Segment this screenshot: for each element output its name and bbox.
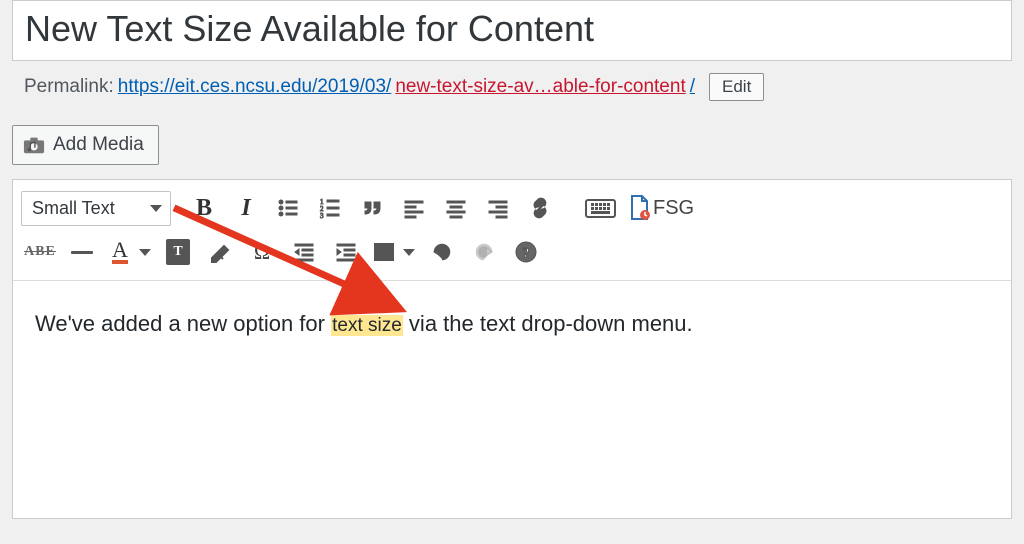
text-color-button[interactable]: A xyxy=(105,234,135,270)
keyboard-icon xyxy=(585,199,616,218)
post-title-input[interactable] xyxy=(25,7,999,50)
horizontal-rule-icon xyxy=(71,251,93,254)
toolbar-row-1: Small Text B I 123 xyxy=(19,186,1005,230)
editor-wrapper: Small Text B I 123 xyxy=(12,179,1012,519)
text-color-icon: A xyxy=(112,241,128,264)
indent-button[interactable] xyxy=(327,234,365,270)
permalink-trail: / xyxy=(690,76,695,98)
strikethrough-button[interactable]: ABE xyxy=(21,234,59,270)
permalink-label: Permalink: xyxy=(24,76,114,98)
table-dropdown[interactable] xyxy=(399,234,419,270)
redo-button[interactable] xyxy=(465,234,503,270)
help-button[interactable]: ? xyxy=(507,234,545,270)
add-media-button[interactable]: Add Media xyxy=(12,125,159,165)
svg-text:3: 3 xyxy=(320,212,324,220)
title-box xyxy=(12,0,1012,61)
document-clock-icon xyxy=(629,195,651,221)
chevron-down-icon xyxy=(139,249,151,256)
permalink-slug-link[interactable]: new-text-size-av…able-for-content xyxy=(395,76,685,98)
align-left-button[interactable] xyxy=(395,190,433,226)
align-right-button[interactable] xyxy=(479,190,517,226)
horizontal-rule-button[interactable] xyxy=(63,234,101,270)
bullet-list-button[interactable] xyxy=(269,190,307,226)
permalink-row: Permalink: https://eit.ces.ncsu.edu/2019… xyxy=(0,61,1024,113)
toolbar-toggle-button[interactable] xyxy=(581,190,619,226)
chevron-down-icon xyxy=(403,249,415,256)
blockquote-button[interactable] xyxy=(353,190,391,226)
chevron-down-icon xyxy=(150,205,162,212)
format-dropdown-value: Small Text xyxy=(32,198,115,219)
editor-toolbar: Small Text B I 123 xyxy=(13,180,1011,281)
numbered-list-button[interactable]: 123 xyxy=(311,190,349,226)
strikethrough-icon: ABE xyxy=(24,244,56,260)
italic-button[interactable]: I xyxy=(227,190,265,226)
table-button[interactable] xyxy=(369,234,399,270)
special-character-button[interactable]: Ω xyxy=(243,234,281,270)
add-media-label: Add Media xyxy=(53,134,144,156)
edit-permalink-button[interactable]: Edit xyxy=(709,73,764,101)
outdent-button[interactable] xyxy=(285,234,323,270)
undo-button[interactable] xyxy=(423,234,461,270)
toolbar-row-2: ABE A T Ω xyxy=(19,230,1005,274)
svg-text:?: ? xyxy=(523,246,530,261)
content-text-suffix: via the text drop-down menu. xyxy=(403,311,693,336)
camera-music-icon xyxy=(23,135,45,155)
fsg-button[interactable]: FSG xyxy=(623,190,700,226)
content-text-prefix: We've added a new option for xyxy=(35,311,331,336)
clear-formatting-button[interactable] xyxy=(201,234,239,270)
align-center-button[interactable] xyxy=(437,190,475,226)
highlighted-text: text size xyxy=(331,315,403,336)
format-dropdown[interactable]: Small Text xyxy=(21,191,171,226)
bold-button[interactable]: B xyxy=(185,190,223,226)
paste-text-button[interactable]: T xyxy=(159,234,197,270)
fsg-label: FSG xyxy=(653,197,694,220)
link-button[interactable] xyxy=(521,190,559,226)
clipboard-icon: T xyxy=(166,239,190,265)
text-color-dropdown[interactable] xyxy=(135,234,155,270)
editor-content[interactable]: We've added a new option for text size v… xyxy=(13,281,1011,509)
permalink-base-link[interactable]: https://eit.ces.ncsu.edu/2019/03/ xyxy=(118,76,392,98)
